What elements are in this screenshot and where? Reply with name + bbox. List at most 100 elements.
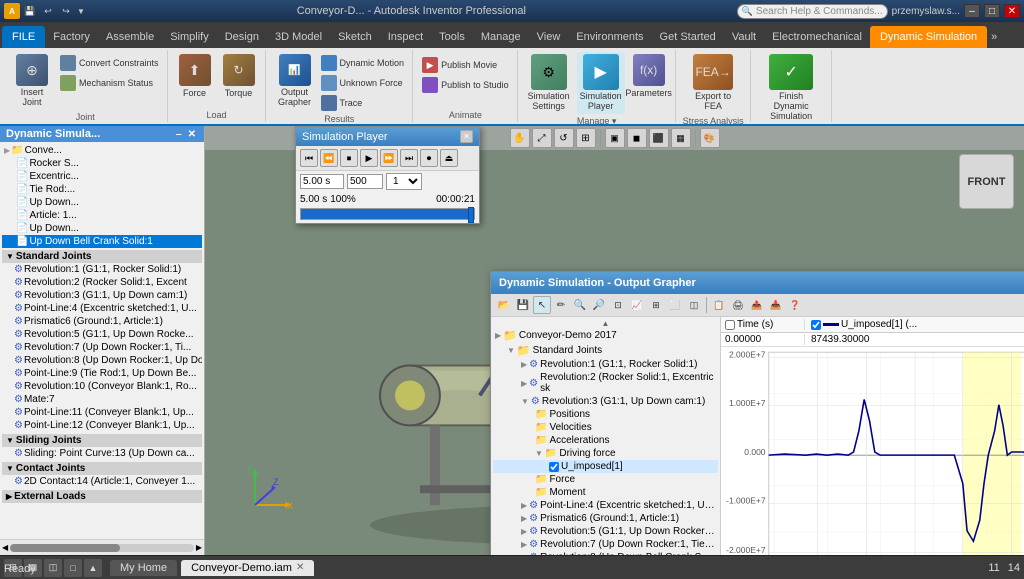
vp-btn-orbit[interactable]: ↺ (554, 128, 574, 148)
mechanism-status-button[interactable]: Mechanism Status (58, 74, 161, 92)
tree-item[interactable]: ▼ 📁 Standard Joints (493, 343, 718, 358)
tab-factory[interactable]: Factory (45, 26, 98, 48)
statusbar-arrow-up[interactable]: ▲ (84, 559, 102, 577)
vp-btn-shaded[interactable]: ◼ (627, 128, 647, 148)
tree-item[interactable]: ▶ ⚙ Revolution:5 (G1:1, Up Down Rocker:1… (493, 525, 718, 538)
dynamic-motion-button[interactable]: Dynamic Motion (319, 54, 407, 72)
simulation-settings-button[interactable]: ⚙ Simulation Settings (525, 52, 573, 114)
file-tab[interactable]: FILE (2, 26, 45, 48)
grapher-tree-scroll-up[interactable]: ▲ (493, 319, 718, 328)
tree-item[interactable]: 📁 Accelerations (493, 434, 718, 447)
tree-item[interactable]: 📁 Positions (493, 408, 718, 421)
col1-checkbox[interactable] (725, 320, 735, 330)
sp-btn-rec[interactable]: ⏺ (420, 149, 438, 167)
tree-item[interactable]: 📁 Moment (493, 486, 718, 499)
tab-myhome[interactable]: My Home (110, 560, 177, 576)
tree-item[interactable]: 📁 Force (493, 473, 718, 486)
tree-item[interactable]: ▼ 📁 Driving force (493, 447, 718, 460)
g-btn-import[interactable]: 📥 (767, 296, 785, 314)
tab-tools[interactable]: Tools (431, 26, 473, 48)
sp-btn-prev[interactable]: ⏪ (320, 149, 338, 167)
tree-item[interactable]: ⚙ Revolution:5 (G1:1, Up Down Rocke... (2, 328, 202, 341)
export-fea-button[interactable]: FEA→ Export to FEA (687, 52, 739, 114)
tab-sketch[interactable]: Sketch (330, 26, 380, 48)
tree-item[interactable]: ▶ ⚙ Prismatic6 (Ground:1, Article:1) (493, 512, 718, 525)
tree-item[interactable]: ⚙ Point-Line:9 (Tie Rod:1, Up Down Be... (2, 367, 202, 380)
sp-multiplier-select[interactable]: 1 2 (386, 173, 422, 190)
tree-item[interactable]: ⚙ Revolution:10 (Conveyor Blank:1, Ro... (2, 380, 202, 393)
tab-manage[interactable]: Manage (473, 26, 529, 48)
tree-item[interactable]: 📄 Up Down Bell Crank Solid:1 (2, 235, 202, 248)
title-minimize[interactable]: – (964, 4, 980, 18)
tree-item[interactable]: ⚙ Revolution:7 (Up Down Rocker:1, Ti... (2, 341, 202, 354)
tree-item[interactable]: 📄 Up Down... (2, 222, 202, 235)
tab-getstarted[interactable]: Get Started (652, 26, 724, 48)
search-box[interactable]: 🔍 Search Help & Commands... (737, 4, 888, 19)
g-btn-fit[interactable]: ⊡ (609, 296, 627, 314)
publish-movie-button[interactable]: ▶ Publish Movie (420, 56, 511, 74)
vp-btn-appearance[interactable]: 🎨 (700, 128, 720, 148)
title-maximize[interactable]: □ (984, 4, 1000, 18)
tree-item[interactable]: 📄 Article: 1... (2, 209, 202, 222)
simulation-player-button[interactable]: ▶ Simulation Player (577, 52, 625, 114)
view-cube[interactable]: FRONT (959, 154, 1014, 209)
g-btn-zoom-in[interactable]: 🔍 (571, 296, 589, 314)
sp-btn-next[interactable]: ⏩ (380, 149, 398, 167)
tree-item[interactable]: ⚙ Prismatic6 (Ground:1, Article:1) (2, 315, 202, 328)
tree-item[interactable]: ▶ ⚙ Revolution:2 (Rocker Solid:1, Excent… (493, 371, 718, 395)
tree-item[interactable]: ⚙ Revolution:8 (Up Down Rocker:1, Up Dow… (2, 354, 202, 367)
vp-btn-more2[interactable]: ▦ (671, 128, 691, 148)
qat-more[interactable]: ▼ (76, 3, 86, 19)
section-contact-joints[interactable]: ▼ Contact Joints (2, 462, 202, 475)
tab-environments[interactable]: Environments (568, 26, 651, 48)
tree-item[interactable]: ▶ 📁 Conveyor-Demo 2017 (493, 328, 718, 343)
g-btn-zoom-out[interactable]: 🔎 (590, 296, 608, 314)
convert-constraints-button[interactable]: Convert Constraints (58, 54, 161, 72)
g-btn-xyscale[interactable]: ⊞ (647, 296, 665, 314)
title-close[interactable]: ✕ (1004, 4, 1020, 18)
col2-checkbox[interactable] (811, 320, 821, 330)
tree-item[interactable]: 📄 Excentric... (2, 170, 202, 183)
tree-item[interactable]: ⚙ Sliding: Point Curve:13 (Up Down ca... (2, 447, 202, 460)
tree-item[interactable]: ⚙ Point-Line:4 (Excentric sketched:1, U.… (2, 302, 202, 315)
tree-item[interactable]: ▶ ⚙ Point-Line:4 (Excentric sketched:1, … (493, 499, 718, 512)
tree-item[interactable]: ▶ ⚙ Revolution:8 (Up Down Bell Crank S..… (493, 551, 718, 555)
unknown-force-button[interactable]: Unknown Force (319, 74, 407, 92)
tree-item[interactable]: ▶ 📁 Conve... (2, 144, 202, 157)
tree-item[interactable]: ▶ ⚙ Revolution:1 (G1:1, Rocker Solid:1) (493, 358, 718, 371)
insert-joint-button[interactable]: ⊕ Insert Joint (10, 52, 54, 110)
scroll-right[interactable]: ▶ (196, 543, 202, 552)
g-btn-print[interactable]: 🖨 (729, 296, 747, 314)
g-btn-pen[interactable]: ✏ (552, 296, 570, 314)
tab-overflow[interactable]: » (987, 26, 1001, 48)
tab-design[interactable]: Design (217, 26, 267, 48)
g-btn-export[interactable]: 📤 (748, 296, 766, 314)
tree-item[interactable]: ▼ ⚙ Revolution:3 (G1:1, Up Down cam:1) (493, 395, 718, 408)
section-sliding-joints[interactable]: ▼ Sliding Joints (2, 434, 202, 447)
qat-save[interactable]: 💾 (22, 3, 38, 19)
vp-btn-hand[interactable]: ✋ (510, 128, 530, 148)
finish-dynamic-simulation-button[interactable]: ✓ Finish Dynamic Simulation (761, 52, 821, 124)
g-btn-save[interactable]: 💾 (514, 296, 532, 314)
trace-button[interactable]: Trace (319, 94, 407, 112)
g-btn-open[interactable]: 📂 (495, 296, 513, 314)
tab-inspect[interactable]: Inspect (380, 26, 431, 48)
conveyor-tab-close[interactable]: ✕ (296, 562, 304, 573)
tab-assemble[interactable]: Assemble (98, 26, 162, 48)
user-label[interactable]: przemyslaw.s... (892, 6, 960, 17)
vp-btn-extents[interactable]: ⊞ (576, 128, 596, 148)
tree-item[interactable]: ⚙ Mate:7 (2, 393, 202, 406)
tree-item[interactable]: ⚙ Revolution:1 (G1:1, Rocker Solid:1) (2, 263, 202, 276)
vp-btn-zoom[interactable]: ⤢ (532, 128, 552, 148)
tree-item[interactable]: ▶ ⚙ Revolution:7 (Up Down Rocker:1, Tie … (493, 538, 718, 551)
g-btn-cursor[interactable]: ↖ (533, 296, 551, 314)
tree-item[interactable]: ⚙ Revolution:3 (G1:1, Up Down cam:1) (2, 289, 202, 302)
sp-btn-play[interactable]: ▶ (360, 149, 378, 167)
sp-slider-thumb[interactable] (468, 207, 474, 223)
tab-view[interactable]: View (529, 26, 569, 48)
panel-close[interactable]: ✕ (186, 129, 198, 140)
vp-btn-more1[interactable]: ⬛ (649, 128, 669, 148)
g-btn-line[interactable]: 📈 (628, 296, 646, 314)
tab-vault[interactable]: Vault (724, 26, 764, 48)
tree-item[interactable]: 📁 Velocities (493, 421, 718, 434)
